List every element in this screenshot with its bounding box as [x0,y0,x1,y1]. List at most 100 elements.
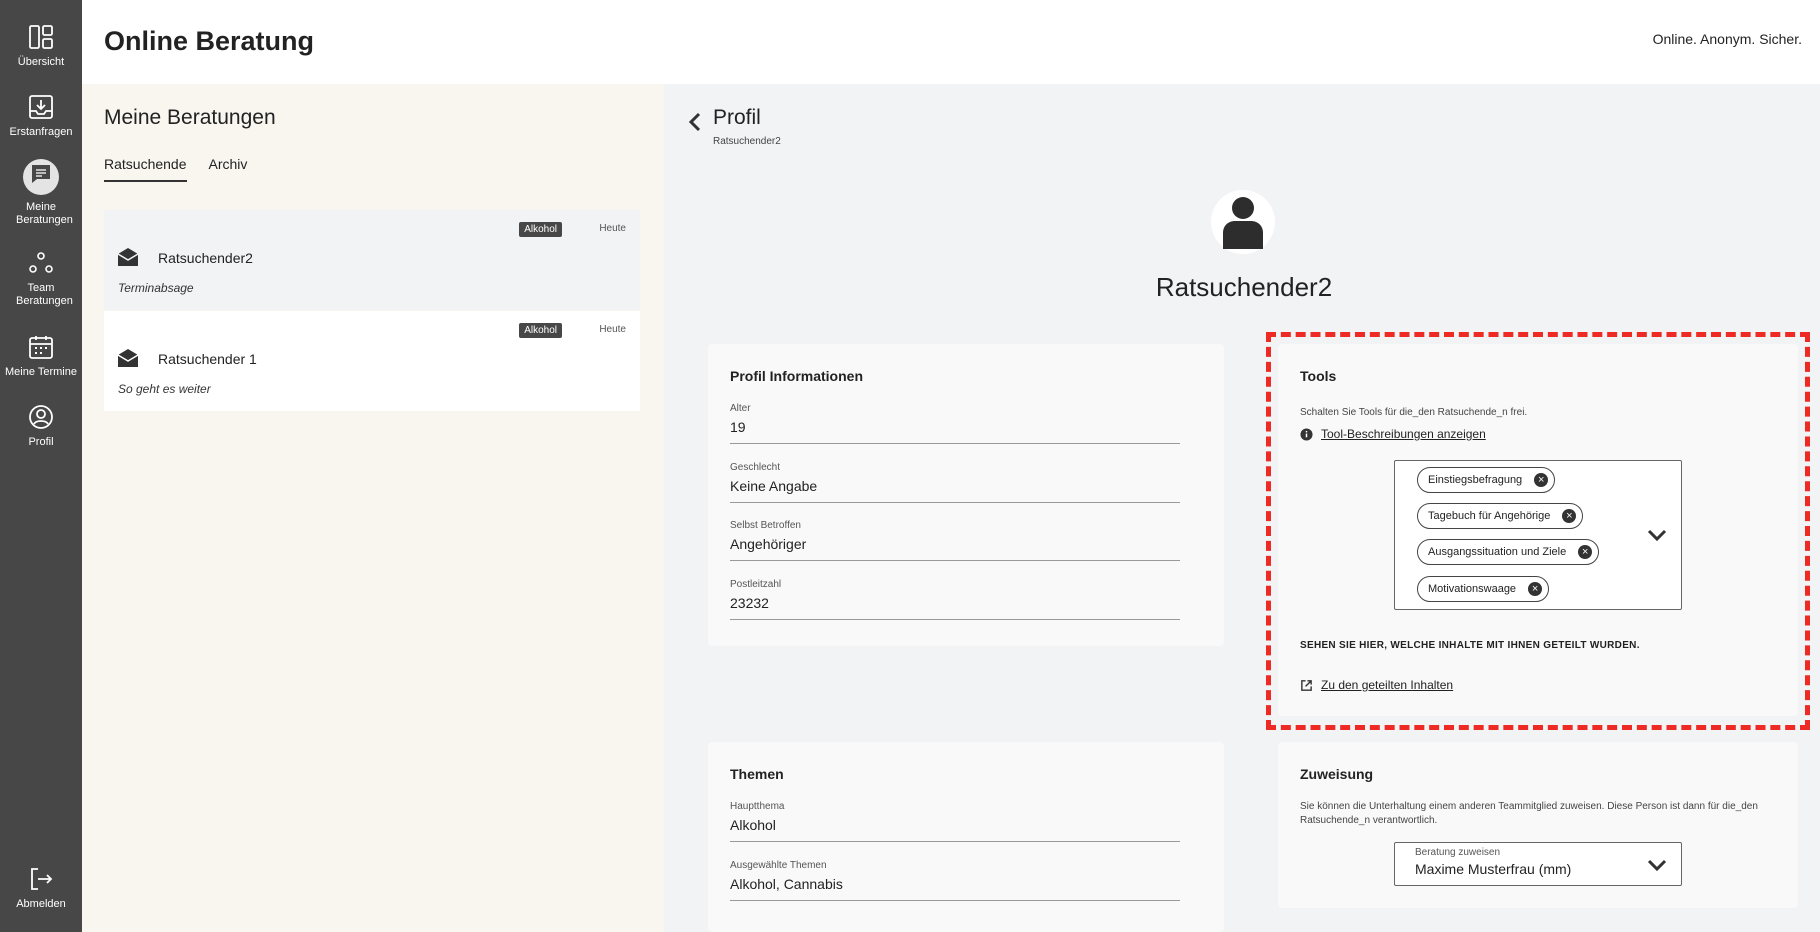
team-icon [29,252,53,273]
session-item[interactable]: Alkohol Heute Ratsuchender 1 So geht es … [104,311,640,411]
chip-label: Ausgangssituation und Ziele [1428,546,1567,558]
field-value: Alkohol, Cannabis [730,876,1180,901]
remove-chip-icon[interactable]: × [1534,473,1549,487]
chevron-down-icon [1647,859,1667,871]
card-title: Profil Informationen [730,368,863,384]
chat-icon [32,165,50,183]
field-value: Alkohol [730,817,1180,842]
field-label: Hauptthema [730,801,785,812]
assignment-card: Zuweisung Sie können die Unterhaltung ei… [1278,742,1798,908]
chip-label: Motivationswaage [1428,583,1517,595]
logout-button[interactable]: Abmelden [0,866,82,911]
tools-multiselect[interactable]: Einstiegsbefragung × Tagebuch für Angehö… [1394,460,1682,610]
client-name: Ratsuchender2 [1155,272,1333,302]
tool-chip: Motivationswaage × [1417,576,1550,602]
nav-item-label: Erstanfragen [9,126,73,138]
chevron-down-icon[interactable] [1647,529,1667,541]
field-value: 19 [730,419,1180,444]
field-label: Ausgewählte Themen [730,860,827,871]
field-label: Geschlecht [730,462,781,473]
nav-item-label: Profil [28,436,54,448]
field-label: Postleitzahl [730,579,782,590]
session-name: Ratsuchender2 [158,250,253,266]
session-name: Ratsuchender 1 [158,351,257,367]
tool-chip: Tagebuch für Angehörige × [1417,503,1584,529]
field-label: Selbst Betroffen [730,520,801,531]
card-title: Tools [1300,368,1337,384]
tab-archiv[interactable]: Archiv [209,156,248,182]
shared-content-link-row: Zu den geteilten Inhalten [1300,678,1453,692]
card-title: Zuweisung [1300,766,1374,782]
shared-content-link[interactable]: Zu den geteilten Inhalten [1321,678,1453,692]
field-value: 23232 [730,595,1180,620]
logout-label: Abmelden [16,898,66,910]
nav-item-label: Team Beratungen [16,282,73,307]
field-label: Alter [730,403,751,414]
tool-descriptions-link[interactable]: Tool-Beschreibungen anzeigen [1321,427,1486,441]
nav-item-initial-requests[interactable]: Erstanfragen [0,94,82,139]
nav-item-label: Meine Termine [5,366,77,378]
info-icon [1300,427,1313,441]
select-value: Maxime Musterfrau (mm) [1415,861,1572,877]
remove-chip-icon[interactable]: × [1528,582,1543,596]
calendar-icon [29,336,53,359]
topic-badge: Alkohol [519,222,562,237]
consultation-list-panel: Meine Beratungen Ratsuchende Archiv Alko… [82,84,664,932]
inbox-icon [29,95,53,119]
nav-item-team-consultations[interactable]: Team Beratungen [0,250,82,308]
field-value: Angehöriger [730,536,1180,561]
remove-chip-icon[interactable]: × [1562,509,1577,523]
app-header: Online Beratung Online. Anonym. Sicher. [82,0,1820,84]
profile-icon [29,405,53,429]
nav-item-overview[interactable]: Übersicht [0,24,82,69]
profile-info-card: Profil Informationen Alter 19 Geschlecht… [708,344,1224,646]
select-label: Beratung zuweisen [1415,847,1501,858]
app-title: Online Beratung [104,26,315,56]
remove-chip-icon[interactable]: × [1578,545,1593,559]
session-date: Heute [599,223,626,234]
tagline: Online. Anonym. Sicher. [1652,31,1802,47]
session-last-message: So geht es weiter [118,382,211,396]
tools-card: Tools Schalten Sie Tools für die_den Rat… [1278,344,1798,716]
field-self-affected: Selbst Betroffen Angehöriger [730,520,1180,561]
field-age: Alter 19 [730,403,1180,444]
envelope-open-icon [118,248,138,266]
card-title: Themen [730,766,784,782]
profile-panel: Profil Ratsuchender2 Ratsuchender2 Profi… [664,84,1820,932]
session-date: Heute [599,324,626,335]
list-tabs: Ratsuchende Archiv [104,156,247,182]
tool-chip: Einstiegsbefragung × [1417,467,1556,493]
session-item[interactable]: Alkohol Heute Ratsuchender2 Terminabsage [104,210,640,310]
topic-badge: Alkohol [519,323,562,338]
field-gender: Geschlecht Keine Angabe [730,462,1180,503]
field-main-topic: Hauptthema Alkohol [730,801,1180,842]
external-link-icon [1301,679,1312,691]
back-chevron-icon[interactable] [688,112,702,132]
nav-item-label: Meine Beratungen [16,201,73,226]
assign-consultation-select[interactable]: Beratung zuweisen Maxime Musterfrau (mm) [1394,842,1682,886]
envelope-open-icon [118,349,138,367]
nav-item-label: Übersicht [17,56,65,68]
shared-content-heading: SEHEN SIE HIER, WELCHE INHALTE MIT IHNEN… [1300,640,1640,651]
active-indicator [23,159,59,195]
nav-item-my-consultations[interactable]: Meine Beratungen [0,159,82,227]
topics-card: Themen Hauptthema Alkohol Ausgewählte Th… [708,742,1224,932]
session-last-message: Terminabsage [118,281,194,295]
chip-label: Einstiegsbefragung [1428,474,1523,486]
tab-ratsuchende[interactable]: Ratsuchende [104,156,187,182]
profile-subtitle: Ratsuchender2 [713,136,781,147]
dashboard-icon [29,25,53,49]
profile-title: Profil [713,106,761,129]
nav-item-appointments[interactable]: Meine Termine [0,334,82,379]
main-navigation: Übersicht Erstanfragen Meine Beratungen … [0,0,82,932]
tools-description: Schalten Sie Tools für die_den Ratsuchen… [1300,407,1528,418]
logout-icon [31,868,53,890]
field-value: Keine Angabe [730,478,1180,503]
chip-label: Tagebuch für Angehörige [1428,510,1551,522]
list-title: Meine Beratungen [104,106,276,129]
field-selected-topics: Ausgewählte Themen Alkohol, Cannabis [730,860,1180,901]
nav-item-profile[interactable]: Profil [0,404,82,449]
tool-chip: Ausgangssituation und Ziele × [1417,539,1600,565]
tool-descriptions-link-row: Tool-Beschreibungen anzeigen [1300,427,1486,441]
assignment-description: Sie können die Unterhaltung einem andere… [1300,801,1758,826]
